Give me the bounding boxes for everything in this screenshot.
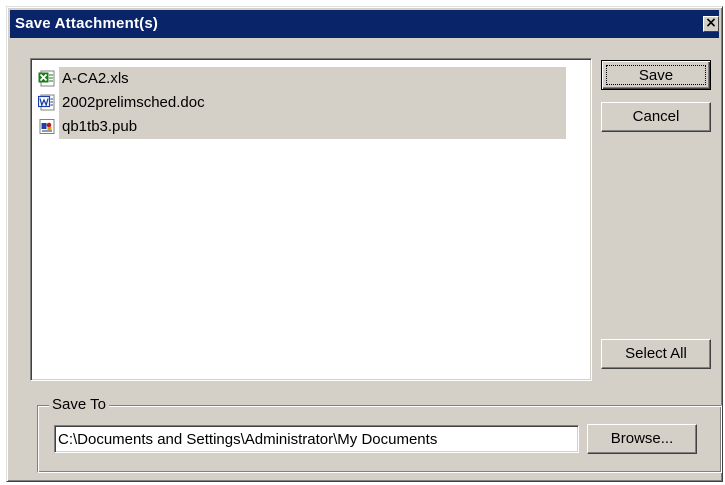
excel-icon xyxy=(38,70,55,87)
attachment-list[interactable]: A-CA2.xls 2002prelimsched.doc qb1tb3.pub xyxy=(30,58,592,381)
window-title: Save Attachment(s) xyxy=(15,15,159,32)
publisher-icon xyxy=(39,119,55,134)
focus-rect: Save xyxy=(606,65,706,85)
title-bar[interactable]: Save Attachment(s) × xyxy=(10,10,719,38)
save-to-label: Save To xyxy=(49,396,109,413)
browse-button[interactable]: Browse... xyxy=(587,424,697,454)
list-item[interactable]: qb1tb3.pub xyxy=(36,115,566,139)
save-attachments-dialog: Save Attachment(s) × A-CA2.xls 2002preli… xyxy=(6,6,723,482)
file-name: qb1tb3.pub xyxy=(62,118,138,135)
close-icon: × xyxy=(705,15,717,31)
selection-highlight xyxy=(59,67,566,91)
cancel-button[interactable]: Cancel xyxy=(601,102,711,132)
list-item[interactable]: A-CA2.xls xyxy=(36,67,566,91)
select-all-button[interactable]: Select All xyxy=(601,339,711,369)
save-button[interactable]: Save xyxy=(601,60,711,90)
save-path-input[interactable] xyxy=(54,425,579,453)
close-button[interactable]: × xyxy=(703,16,719,32)
list-item[interactable]: 2002prelimsched.doc xyxy=(36,91,566,115)
word-icon xyxy=(38,94,55,111)
file-name: A-CA2.xls xyxy=(62,70,129,87)
file-name: 2002prelimsched.doc xyxy=(62,94,205,111)
